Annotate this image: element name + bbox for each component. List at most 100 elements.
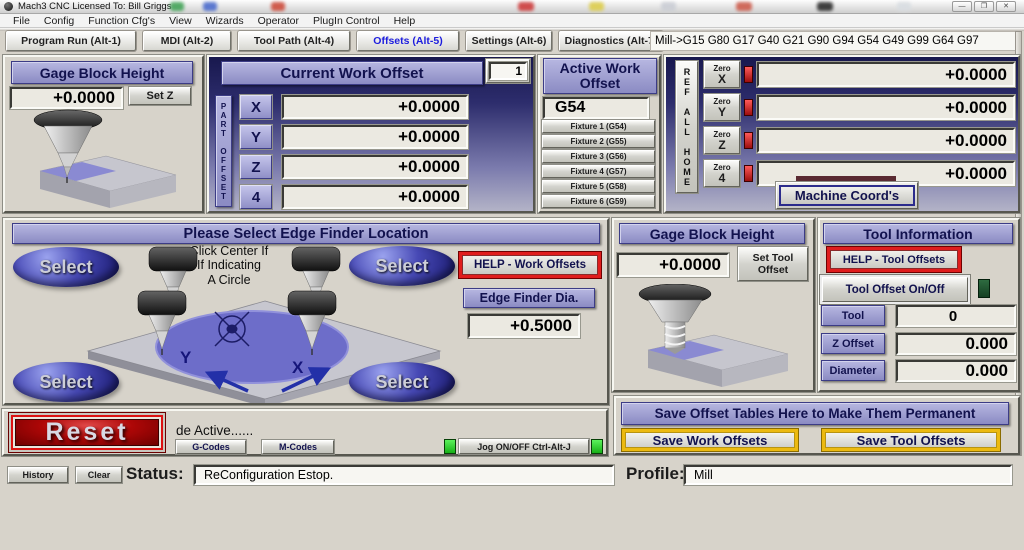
probe-over-block-illustration [10, 109, 200, 209]
4-home-led [744, 165, 753, 182]
gage-block-tool-dro[interactable]: +0.0000 [617, 253, 729, 277]
axis-x-button[interactable]: X [240, 95, 272, 119]
axis-y-button[interactable]: Y [240, 125, 272, 149]
minimize-button[interactable]: — [952, 1, 972, 12]
diameter-dro[interactable]: 0.000 [896, 360, 1016, 382]
tab-offsets[interactable]: Offsets (Alt-5) [357, 31, 459, 51]
edge-finder-panel: Please Select Edge Finder Location Click… [3, 218, 609, 405]
tab-settings[interactable]: Settings (Alt-6) [466, 31, 552, 51]
tool-number-label: Tool [821, 305, 885, 326]
gage-block-height-tool-title: Gage Block Height [619, 223, 805, 244]
zero-x-button[interactable]: Zero X [704, 61, 740, 88]
help-tool-offsets-button[interactable]: HELP - Tool Offsets [827, 247, 961, 272]
tab-mdi[interactable]: MDI (Alt-2) [143, 31, 231, 51]
save-tool-offsets-button[interactable]: Save Tool Offsets [822, 429, 1000, 451]
part-offset-side-label: PART OFFSET [215, 95, 232, 207]
jog-led-left [444, 439, 456, 454]
axis-z-button[interactable]: Z [240, 155, 272, 179]
current-work-offset-title: Current Work Offset [221, 61, 483, 85]
diameter-label: Diameter [821, 360, 885, 381]
tool-offset-on-off-button[interactable]: Tool Offset On/Off [822, 277, 968, 302]
gage-block-height-panel: Gage Block Height +0.0000 Set Z [3, 55, 204, 213]
menu-item-view[interactable]: View [162, 15, 199, 27]
machine-coords-button[interactable]: Machine Coord's [776, 182, 918, 209]
gage-block-height-dro[interactable]: +0.0000 [10, 87, 123, 109]
screen-tabs: Program Run (Alt-1) MDI (Alt-2) Tool Pat… [6, 31, 663, 51]
reset-panel: Reset de Active...... G-Codes M-Codes Jo… [2, 409, 608, 456]
menu-item-help[interactable]: Help [387, 15, 423, 27]
menu-item-function-cfgs[interactable]: Function Cfg's [81, 15, 162, 27]
taskbar-blur-icon [203, 2, 217, 11]
edge-finder-dia-dro[interactable]: +0.5000 [468, 314, 580, 338]
zero-x-axis-label: X [718, 73, 726, 85]
fixture-3-button[interactable]: Fixture 3 (G56) [542, 150, 655, 163]
work-offset-y-dro[interactable]: +0.0000 [282, 125, 468, 149]
tab-program-run[interactable]: Program Run (Alt-1) [6, 31, 136, 51]
offset-page-number[interactable]: 1 [489, 62, 527, 80]
reset-button[interactable]: Reset [8, 412, 166, 453]
tool-information-title: Tool Information [823, 223, 1013, 244]
save-offsets-panel: Save Offset Tables Here to Make Them Per… [614, 396, 1020, 455]
menu-item-wizards[interactable]: Wizards [199, 15, 251, 27]
select-bottom-left-button[interactable]: Select [13, 362, 119, 402]
set-tool-offset-button[interactable]: Set Tool Offset [738, 247, 808, 281]
select-top-left-button[interactable]: Select [13, 247, 119, 287]
work-offset-4-dro[interactable]: +0.0000 [282, 185, 468, 209]
z-offset-label: Z Offset [821, 333, 885, 354]
z-home-led [744, 132, 753, 149]
set-z-button[interactable]: Set Z [129, 87, 191, 105]
edge-finder-dia-label: Edge Finder Dia. [463, 288, 595, 308]
status-message-field: ReConfiguration Estop. [194, 465, 614, 485]
y-home-led [744, 99, 753, 116]
clear-button[interactable]: Clear [76, 467, 122, 483]
machine-x-dro[interactable]: +0.0000 [757, 62, 1015, 87]
taskbar-blur-icon [518, 2, 534, 11]
zero-z-button[interactable]: Zero Z [704, 127, 740, 154]
help-work-offsets-button[interactable]: HELP - Work Offsets [459, 252, 601, 278]
tab-tool-path[interactable]: Tool Path (Alt-4) [238, 31, 350, 51]
select-bottom-right-button[interactable]: Select [349, 362, 455, 402]
axis-4-button[interactable]: 4 [240, 185, 272, 209]
reset-button-label: Reset [15, 419, 159, 446]
zero-4-axis-label: 4 [719, 172, 726, 184]
active-work-offset-dro[interactable]: G54 [543, 97, 649, 119]
g-codes-button[interactable]: G-Codes [176, 440, 246, 454]
history-button[interactable]: History [8, 467, 68, 483]
zero-y-button[interactable]: Zero Y [704, 94, 740, 121]
modal-gcode-readout: Mill->G15 G80 G17 G40 G21 G90 G94 G54 G4… [650, 31, 1018, 51]
maximize-button[interactable]: ❐ [974, 1, 994, 12]
ref-all-home-button[interactable]: REF ALL HOME [676, 61, 698, 193]
close-button[interactable]: ✕ [996, 1, 1016, 12]
fixture-1-button[interactable]: Fixture 1 (G54) [542, 120, 655, 133]
fixture-4-button[interactable]: Fixture 4 (G57) [542, 165, 655, 178]
current-work-offset-panel: Current Work Offset 1 PART OFFSET X +0.0… [207, 55, 535, 213]
jog-led-right [591, 439, 603, 454]
menu-item-plugin-control[interactable]: PlugIn Control [306, 15, 387, 27]
menu-item-file[interactable]: File [6, 15, 37, 27]
mode-active-text: de Active...... [176, 423, 253, 438]
select-top-right-button[interactable]: Select [349, 246, 455, 286]
work-offset-z-dro[interactable]: +0.0000 [282, 155, 468, 179]
title-bar: Mach3 CNC Licensed To: Bill Griggs — ❐ ✕ [0, 0, 1024, 14]
fixture-2-button[interactable]: Fixture 2 (G55) [542, 135, 655, 148]
tool-number-dro[interactable]: 0 [896, 305, 1016, 327]
machine-y-dro[interactable]: +0.0000 [757, 95, 1015, 120]
fixture-5-button[interactable]: Fixture 5 (G58) [542, 180, 655, 193]
menu-item-config[interactable]: Config [37, 15, 81, 27]
zero-4-button[interactable]: Zero 4 [704, 160, 740, 187]
machine-coords-button-label: Machine Coord's [779, 185, 915, 206]
axis-x-label: X [292, 358, 304, 377]
window-title: Mach3 CNC Licensed To: Bill Griggs [18, 1, 171, 12]
status-label: Status: [126, 464, 184, 484]
m-codes-button[interactable]: M-Codes [262, 440, 334, 454]
set-tool-offset-line1: Set Tool [753, 252, 794, 264]
save-work-offsets-button[interactable]: Save Work Offsets [622, 429, 798, 451]
menu-item-operator[interactable]: Operator [251, 15, 306, 27]
fixture-6-button[interactable]: Fixture 6 (G59) [542, 195, 655, 208]
tab-diagnostics[interactable]: Diagnostics (Alt-7) [559, 31, 663, 51]
z-offset-dro[interactable]: 0.000 [896, 333, 1016, 355]
jog-on-off-button[interactable]: Jog ON/OFF Ctrl-Alt-J [459, 439, 589, 454]
work-offset-x-dro[interactable]: +0.0000 [282, 95, 468, 119]
active-work-offset-title: Active Work Offset [543, 58, 657, 94]
machine-z-dro[interactable]: +0.0000 [757, 128, 1015, 153]
